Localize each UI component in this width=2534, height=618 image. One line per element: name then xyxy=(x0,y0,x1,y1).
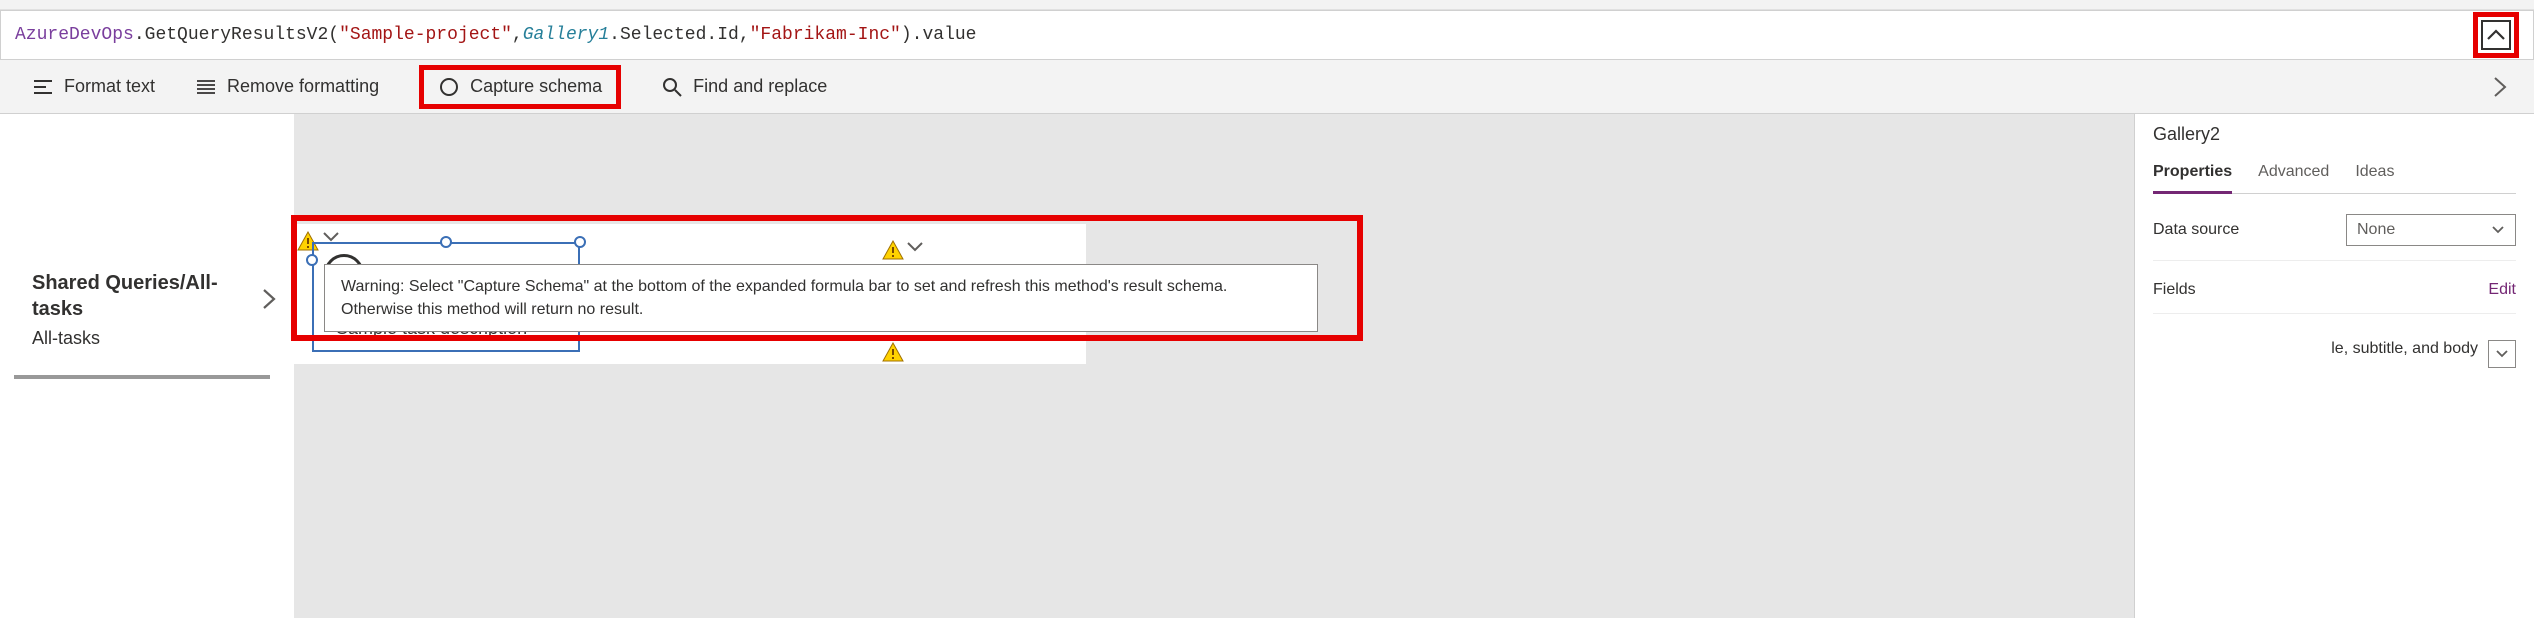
remove-formatting-icon xyxy=(195,76,217,98)
remove-formatting-label: Remove formatting xyxy=(227,76,379,97)
layout-row: Layout le, subtitle, and body xyxy=(2153,320,2516,368)
format-text-label: Format text xyxy=(64,76,155,97)
chevron-right-icon[interactable] xyxy=(262,270,276,310)
formula-tail: value xyxy=(922,25,976,45)
tab-advanced[interactable]: Advanced xyxy=(2258,155,2329,193)
data-source-select[interactable]: None xyxy=(2346,214,2516,246)
data-source-label: Data source xyxy=(2153,221,2239,239)
formula-id: Id xyxy=(717,25,739,45)
selection-handle[interactable] xyxy=(440,236,452,248)
selection-handle[interactable] xyxy=(574,236,586,248)
tree-separator xyxy=(14,375,270,379)
tree-subtitle: All-tasks xyxy=(32,328,276,349)
data-source-value: None xyxy=(2357,221,2395,239)
find-replace-button[interactable]: Find and replace xyxy=(661,76,827,98)
selection-handle[interactable] xyxy=(306,254,318,266)
capture-schema-icon xyxy=(438,76,460,98)
layout-value: le, subtitle, and body xyxy=(2331,340,2478,358)
edit-fields-link[interactable]: Edit xyxy=(2488,281,2516,299)
fields-row: Fields Edit xyxy=(2153,267,2516,314)
fields-label: Fields xyxy=(2153,281,2196,299)
tree-title: Shared Queries/All-tasks xyxy=(32,270,262,322)
main-area: Shared Queries/All-tasks All-tasks xyxy=(0,114,2534,618)
warning-icon xyxy=(882,240,904,260)
find-replace-label: Find and replace xyxy=(693,76,827,97)
warning-icon xyxy=(882,342,904,362)
chevron-down-icon xyxy=(2495,349,2509,359)
chevron-down-icon xyxy=(906,240,924,254)
top-strip xyxy=(0,0,2534,10)
properties-tabs: Properties Advanced Ideas xyxy=(2153,155,2516,194)
capture-schema-button[interactable]: Capture schema xyxy=(419,65,621,109)
formula-bar[interactable]: AzureDevOps.GetQueryResultsV2("Sample-pr… xyxy=(0,10,2534,60)
chevron-right-icon xyxy=(2492,75,2508,99)
remove-formatting-button[interactable]: Remove formatting xyxy=(195,76,379,98)
formula-gallery: Gallery1 xyxy=(523,25,609,45)
formula-text[interactable]: AzureDevOps.GetQueryResultsV2("Sample-pr… xyxy=(15,25,2473,45)
toolbar-more-button[interactable] xyxy=(2492,75,2534,99)
tree-panel: Shared Queries/All-tasks All-tasks xyxy=(0,114,294,618)
tree-item[interactable]: Shared Queries/All-tasks All-tasks xyxy=(0,270,294,349)
chevron-up-icon xyxy=(2481,20,2511,50)
capture-schema-label: Capture schema xyxy=(470,76,602,97)
tooltip-text: Warning: Select "Capture Schema" at the … xyxy=(341,278,1227,318)
chevron-down-icon xyxy=(2491,225,2505,235)
formula-selected: Selected xyxy=(620,25,706,45)
formula-object: AzureDevOps xyxy=(15,25,134,45)
formula-arg1: "Sample-project" xyxy=(339,25,512,45)
search-icon xyxy=(661,76,683,98)
formula-arg3: "Fabrikam-Inc" xyxy=(750,25,901,45)
data-source-row: Data source None xyxy=(2153,200,2516,261)
tab-ideas[interactable]: Ideas xyxy=(2355,155,2394,193)
selected-control-name: Gallery2 xyxy=(2153,124,2516,145)
canvas[interactable]: Sample task description Warning: Select … xyxy=(294,114,2134,618)
collapse-formula-button[interactable] xyxy=(2473,12,2519,58)
properties-panel: Gallery2 Properties Advanced Ideas Data … xyxy=(2134,114,2534,618)
formula-toolbar: Format text Remove formatting Capture sc… xyxy=(0,60,2534,114)
tab-properties[interactable]: Properties xyxy=(2153,155,2232,194)
format-text-icon xyxy=(32,76,54,98)
warning-tooltip: Warning: Select "Capture Schema" at the … xyxy=(324,264,1318,332)
formula-func: GetQueryResultsV2 xyxy=(145,25,329,45)
format-text-button[interactable]: Format text xyxy=(32,76,155,98)
dropdown-toggle[interactable] xyxy=(906,240,924,254)
layout-expand-button[interactable] xyxy=(2488,340,2516,368)
